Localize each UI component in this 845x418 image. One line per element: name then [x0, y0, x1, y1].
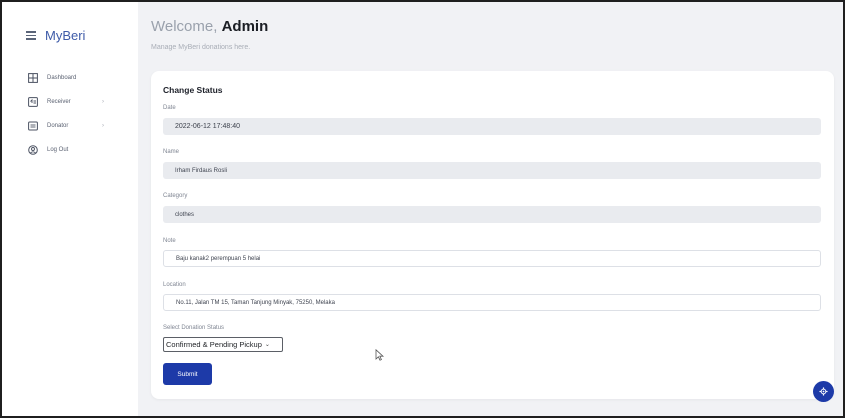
- brand-name: MyBeri: [45, 28, 86, 43]
- chevron-down-icon: ⌄: [264, 342, 270, 348]
- welcome-text: Welcome,: [151, 18, 218, 35]
- chevron-right-icon: ›: [102, 99, 104, 105]
- category-label: Category: [163, 193, 188, 199]
- sidebar-item-label: Receiver: [47, 99, 71, 105]
- brand: MyBeri: [26, 28, 85, 43]
- app-window: MyBeri Dashboard Receiver › Donator › Lo…: [0, 0, 845, 418]
- sidebar-item-receiver[interactable]: Receiver ›: [28, 90, 123, 114]
- hamburger-menu-icon[interactable]: [26, 29, 36, 42]
- mouse-cursor-icon: [375, 348, 385, 361]
- location-field[interactable]: No.11, Jalan TM 15, Taman Tanjung Minyak…: [163, 294, 821, 311]
- receiver-icon: [28, 97, 38, 107]
- sidebar-nav: Dashboard Receiver › Donator › Log Out: [28, 66, 123, 162]
- grid-icon: [28, 73, 38, 83]
- gear-icon: [819, 383, 828, 401]
- user-name: Admin: [221, 18, 269, 35]
- sidebar-item-label: Donator: [47, 123, 69, 129]
- submit-button[interactable]: Submit: [163, 363, 212, 385]
- change-status-card: Change Status Date 2022-06-12 17:48:40 N…: [151, 71, 834, 399]
- date-label: Date: [163, 105, 176, 111]
- donation-status-select[interactable]: Confirmed & Pending Pickup ⌄: [163, 337, 283, 352]
- sidebar: MyBeri Dashboard Receiver › Donator › Lo…: [2, 2, 138, 416]
- select-value: Confirmed & Pending Pickup: [166, 340, 262, 349]
- donator-icon: [28, 121, 38, 131]
- name-label: Name: [163, 149, 180, 155]
- note-label: Note: [163, 238, 176, 244]
- chevron-right-icon: ›: [102, 123, 104, 129]
- page-title: Welcome, Admin: [151, 18, 268, 35]
- sidebar-item-label: Log Out: [47, 147, 69, 153]
- status-label: Select Donation Status: [163, 325, 225, 331]
- note-field[interactable]: Baju kanak2 perempuan 5 helai: [163, 250, 821, 267]
- card-title: Change Status: [163, 85, 223, 95]
- sidebar-item-logout[interactable]: Log Out: [28, 138, 123, 162]
- sidebar-item-label: Dashboard: [47, 75, 77, 81]
- sidebar-item-dashboard[interactable]: Dashboard: [28, 66, 123, 90]
- page-subtitle: Manage MyBeri donations here.: [151, 44, 251, 51]
- sidebar-item-donator[interactable]: Donator ›: [28, 114, 123, 138]
- name-field: Irham Firdaus Rosli: [163, 162, 821, 179]
- location-label: Location: [163, 282, 186, 288]
- date-field: 2022-06-12 17:48:40: [163, 118, 821, 135]
- settings-fab[interactable]: [813, 381, 834, 402]
- user-circle-icon: [28, 145, 38, 155]
- category-field: clothes: [163, 206, 821, 223]
